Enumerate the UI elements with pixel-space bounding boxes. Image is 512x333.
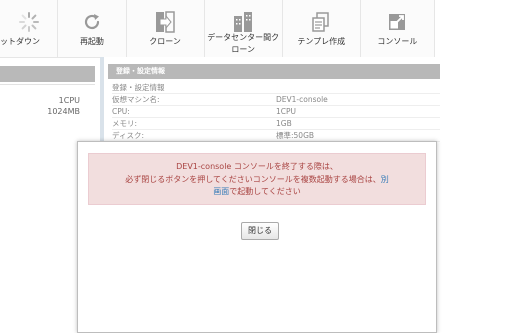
alert-line-2: 必ず閉じるボタンを押してくださいコンソールを複数起動する場合は、別 [89, 174, 425, 187]
left-panel-header [0, 66, 95, 82]
clone-button[interactable]: クローン [127, 0, 205, 57]
left-cpu-value: 1CPU [58, 96, 80, 105]
console-button[interactable]: コンソール [361, 0, 434, 57]
open-new-window-link[interactable]: 別 [381, 175, 389, 184]
info-row: メモリ: 1GB [112, 118, 440, 130]
template-create-button[interactable]: テンプレ作成 [283, 0, 361, 57]
close-button[interactable]: 閉じる [241, 222, 279, 240]
alert-line-2-text: 必ず閉じるボタンを押してくださいコンソールを複数起動する場合は、 [125, 174, 381, 184]
alert-line-1: DEV1-console コンソールを終了する際は、 [176, 162, 338, 171]
datacenter-clone-label-line2: ローン [231, 45, 255, 54]
restart-button[interactable]: 再起動 [58, 0, 127, 57]
clone-label: クローン [149, 37, 181, 46]
shutdown-label: ットダウン [0, 37, 40, 46]
clone-icon [154, 8, 176, 36]
info-panel-subheader: 登録・設定情報 [112, 82, 440, 94]
alert-line-3-text: で起動してください [229, 187, 301, 196]
info-row-value: 標準:50GB [276, 131, 315, 140]
info-row-key: メモリ: [112, 119, 138, 128]
restart-label: 再起動 [79, 37, 104, 46]
datacenter-clone-button[interactable]: データセンター間ク ローン [205, 0, 283, 57]
info-row-value: DEV1-console [276, 95, 328, 104]
open-new-window-link-cont[interactable]: 画面 [213, 187, 229, 196]
datacenter-clone-label: データセンター間ク ローン [207, 32, 279, 56]
info-row: 仮想マシン名: DEV1-console [112, 94, 440, 106]
alert-line-3: 画面で起動してください [89, 186, 425, 199]
shutdown-button[interactable]: ットダウン [0, 0, 59, 57]
info-row-key: CPU: [112, 107, 130, 116]
shutdown-spinner-icon [18, 8, 40, 36]
info-panel: 登録・設定情報 登録・設定情報 仮想マシン名: DEV1-console CPU… [100, 57, 440, 147]
template-create-label: テンプレ作成 [297, 37, 346, 46]
info-row-value: 1GB [276, 119, 292, 128]
console-icon [386, 8, 408, 36]
info-row-key: ディスク: [112, 131, 145, 140]
restart-icon [81, 8, 103, 36]
info-subheader-label: 登録・設定情報 [112, 83, 165, 92]
console-warning-alert: DEV1-console コンソールを終了する際は、 必ず閉じるボタンを押してく… [88, 153, 426, 205]
info-row: CPU: 1CPU [112, 106, 440, 118]
console-close-dialog: DEV1-console コンソールを終了する際は、 必ず閉じるボタンを押してく… [77, 141, 437, 333]
datacenter-clone-label-line1: データセンター間ク [207, 33, 280, 42]
left-memory-value: 1024MB [47, 107, 80, 116]
info-row-value: 1CPU [276, 107, 297, 116]
console-label: コンソール [377, 37, 418, 46]
template-icon [310, 8, 332, 36]
info-panel-header: 登録・設定情報 [108, 64, 440, 79]
info-row-key: 仮想マシン名: [112, 95, 160, 104]
left-panel-divider [0, 84, 95, 85]
vm-toolbar: ットダウン 再起動 クローン データセンター間ク ローン テンプレ作成 コンソー… [0, 0, 435, 58]
